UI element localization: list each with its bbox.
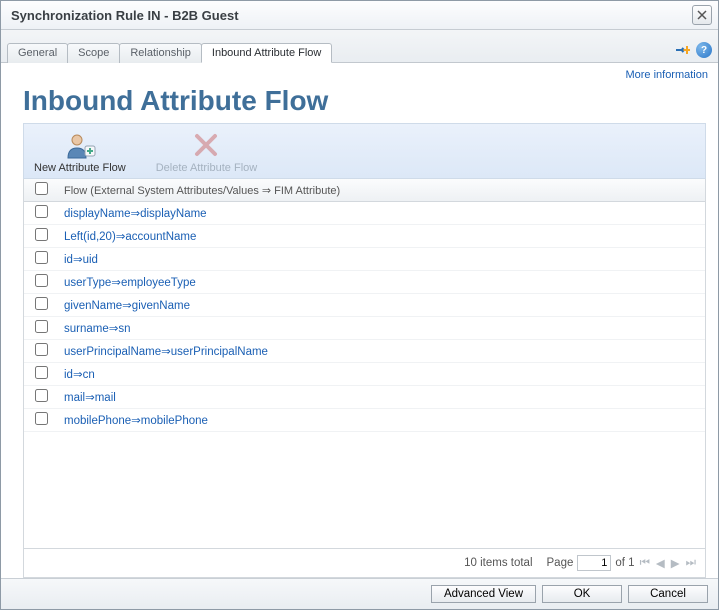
titlebar: Synchronization Rule IN - B2B Guest <box>1 1 718 30</box>
row-checkbox[interactable] <box>35 274 48 287</box>
row-checkbox-cell[interactable] <box>24 386 58 408</box>
tab-relationship[interactable]: Relationship <box>119 43 202 63</box>
dialog-footer: Advanced View OK Cancel <box>1 578 718 609</box>
row-checkbox[interactable] <box>35 228 48 241</box>
row-checkbox-cell[interactable] <box>24 202 58 224</box>
next-page-icon: ▶ <box>670 556 681 570</box>
flow-link[interactable]: surname⇒sn <box>58 318 137 338</box>
flow-link[interactable]: mail⇒mail <box>58 387 122 407</box>
row-checkbox[interactable] <box>35 389 48 402</box>
tab-general[interactable]: General <box>7 43 68 63</box>
table-row: Left(id,20)⇒accountName <box>24 225 705 248</box>
toolbar: New Attribute Flow Delete Attribute Flow <box>23 123 706 179</box>
tab-inbound-attribute-flow[interactable]: Inbound Attribute Flow <box>201 43 332 63</box>
table-row: userType⇒employeeType <box>24 271 705 294</box>
table-row: id⇒uid <box>24 248 705 271</box>
pager: 10 items total Page of 1 ⏮ ◀ ▶ ⏭ <box>24 548 705 577</box>
table-row: surname⇒sn <box>24 317 705 340</box>
last-page-icon: ⏭ <box>685 557 697 570</box>
page-label: Page <box>547 557 574 569</box>
row-checkbox[interactable] <box>35 343 48 356</box>
page-title: Inbound Attribute Flow <box>23 85 706 117</box>
row-checkbox-cell[interactable] <box>24 294 58 316</box>
row-checkbox-cell[interactable] <box>24 363 58 385</box>
flow-link[interactable]: userPrincipalName⇒userPrincipalName <box>58 341 274 361</box>
ok-button[interactable]: OK <box>542 585 622 603</box>
table-row: mail⇒mail <box>24 386 705 409</box>
more-information-link[interactable]: More information <box>625 69 708 81</box>
flow-link[interactable]: mobilePhone⇒mobilePhone <box>58 410 214 430</box>
row-checkbox-cell[interactable] <box>24 340 58 362</box>
row-checkbox-cell[interactable] <box>24 409 58 431</box>
row-checkbox[interactable] <box>35 205 48 218</box>
delete-attribute-flow-label: Delete Attribute Flow <box>156 162 258 174</box>
user-add-icon <box>34 128 126 162</box>
new-attribute-flow-button[interactable]: New Attribute Flow <box>34 128 126 174</box>
row-checkbox[interactable] <box>35 320 48 333</box>
row-checkbox-cell[interactable] <box>24 225 58 247</box>
table-row: displayName⇒displayName <box>24 202 705 225</box>
flow-link[interactable]: displayName⇒displayName <box>58 203 213 223</box>
attribute-flow-grid: Flow (External System Attributes/Values … <box>23 179 706 578</box>
row-checkbox[interactable] <box>35 297 48 310</box>
row-checkbox-cell[interactable] <box>24 317 58 339</box>
close-icon[interactable] <box>692 5 712 25</box>
first-page-icon: ⏮ <box>639 557 651 570</box>
page-number-input[interactable] <box>577 555 611 571</box>
flow-link[interactable]: Left(id,20)⇒accountName <box>58 226 202 246</box>
help-icon[interactable]: ? <box>696 42 712 58</box>
window-title: Synchronization Rule IN - B2B Guest <box>11 8 239 23</box>
table-row: givenName⇒givenName <box>24 294 705 317</box>
flow-link[interactable]: givenName⇒givenName <box>58 295 196 315</box>
row-checkbox-cell[interactable] <box>24 271 58 293</box>
column-header-flow[interactable]: Flow (External System Attributes/Values … <box>58 181 346 200</box>
table-row: mobilePhone⇒mobilePhone <box>24 409 705 432</box>
flow-link[interactable]: id⇒uid <box>58 249 104 269</box>
delete-icon <box>156 128 258 162</box>
items-total: 10 items total <box>464 557 532 569</box>
flow-link[interactable]: userType⇒employeeType <box>58 272 202 292</box>
table-row: id⇒cn <box>24 363 705 386</box>
delete-attribute-flow-button: Delete Attribute Flow <box>156 128 258 174</box>
advanced-view-button[interactable]: Advanced View <box>431 585 536 603</box>
page-of-label: of 1 <box>615 557 634 569</box>
prev-page-icon: ◀ <box>655 556 666 570</box>
row-checkbox[interactable] <box>35 412 48 425</box>
new-attribute-flow-label: New Attribute Flow <box>34 162 126 174</box>
cancel-button[interactable]: Cancel <box>628 585 708 603</box>
row-checkbox-cell[interactable] <box>24 248 58 270</box>
tab-scope[interactable]: Scope <box>67 43 120 63</box>
row-checkbox[interactable] <box>35 366 48 379</box>
row-checkbox[interactable] <box>35 251 48 264</box>
flow-link[interactable]: id⇒cn <box>58 364 101 384</box>
table-row: userPrincipalName⇒userPrincipalName <box>24 340 705 363</box>
select-all-cell[interactable] <box>24 179 58 201</box>
select-all-checkbox[interactable] <box>35 182 48 195</box>
tabstrip: GeneralScopeRelationshipInbound Attribut… <box>1 30 718 63</box>
add-icon[interactable] <box>674 42 690 58</box>
